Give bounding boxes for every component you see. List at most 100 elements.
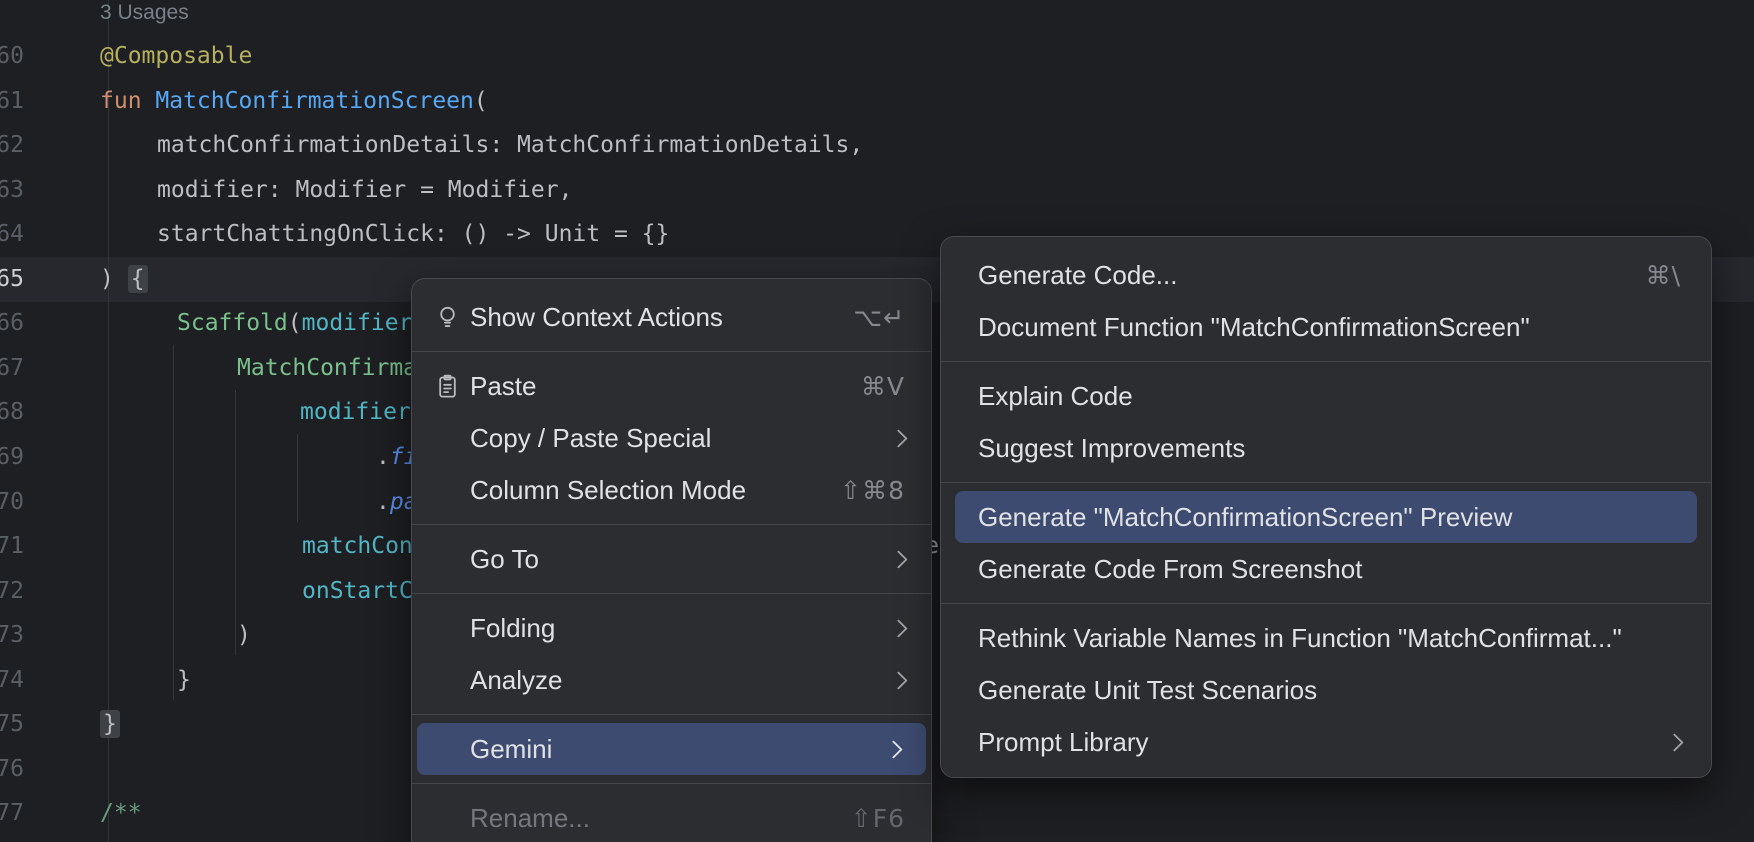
- usages-hint[interactable]: 3 Usages: [100, 0, 189, 35]
- icon-placeholder: [434, 805, 461, 832]
- line-number: 69: [0, 435, 24, 480]
- context-menu: Show Context Actions ⌥↵ Paste⌘V Copy / Past…: [411, 278, 932, 842]
- menu-item-label: Generate Code...: [978, 260, 1177, 291]
- menu-item-label: Copy / Paste Special: [470, 423, 711, 454]
- icon-placeholder: [434, 667, 461, 694]
- menu-separator: [412, 351, 931, 352]
- menu-item-label: Document Function "MatchConfirmationScre…: [978, 312, 1530, 343]
- icon-placeholder: [434, 615, 461, 642]
- line-number: 71: [0, 524, 24, 569]
- code-line: 62matchConfirmationDetails: MatchConfirm…: [0, 123, 1754, 168]
- menu-item-analyze[interactable]: Analyze: [412, 654, 931, 706]
- menu-item-generate-code[interactable]: Generate Code...⌘\: [941, 249, 1711, 301]
- doc-comment-fragment: n screen, including the matched profiles…: [935, 834, 1641, 842]
- menu-item-prompt-library[interactable]: Prompt Library: [941, 716, 1711, 768]
- line-number: 74: [0, 658, 24, 703]
- menu-item-generate-unit-test-scenarios[interactable]: Generate Unit Test Scenarios: [941, 664, 1711, 716]
- menu-item-label: Suggest Improvements: [978, 433, 1245, 464]
- icon-placeholder: [434, 546, 461, 573]
- usages-hint-line: 3 Usages: [0, 0, 1754, 35]
- line-number: 73: [0, 613, 24, 658]
- submenu-arrow-icon: [889, 550, 907, 568]
- line-number: 76: [0, 747, 24, 792]
- menu-item-label: Explain Code: [978, 381, 1133, 412]
- code-text: startChattingOnClick: () -> Unit = {}: [157, 212, 669, 257]
- menu-item-label: Generate Code From Screenshot: [978, 554, 1362, 585]
- menu-separator: [412, 783, 931, 784]
- menu-item-label: Show Context Actions: [470, 302, 723, 333]
- menu-item-rename[interactable]: Rename... ⇧F6: [412, 792, 931, 842]
- menu-item-column-selection-mode[interactable]: Column Selection Mode⇧⌘8: [412, 464, 931, 516]
- line-number: 72: [0, 569, 24, 614]
- submenu-arrow-icon: [889, 671, 907, 689]
- menu-separator: [412, 593, 931, 594]
- line-number: 70: [0, 480, 24, 525]
- code-text: /**: [100, 791, 142, 836]
- ide-window: 3 Usages 60 @Composable 61 fun MatchConfirma…: [0, 0, 1754, 842]
- line-number: 65: [0, 257, 24, 302]
- menu-item-go-to[interactable]: Go To: [412, 533, 931, 585]
- menu-item-paste[interactable]: Paste⌘V: [412, 360, 931, 412]
- code-token: Scaffold: [177, 310, 288, 336]
- code-token: modifier: [300, 399, 411, 425]
- code-line: 61 fun MatchConfirmationScreen(: [0, 79, 1754, 124]
- submenu-arrow-icon: [889, 619, 907, 637]
- code-token: (: [474, 88, 488, 114]
- menu-item-generate-code-from-screenshot[interactable]: Generate Code From Screenshot: [941, 543, 1711, 595]
- menu-item-label: Column Selection Mode: [470, 475, 746, 506]
- clipboard-icon: [434, 373, 461, 400]
- menu-item-label: Prompt Library: [978, 727, 1149, 758]
- code-text: fun MatchConfirmationScreen(: [100, 79, 488, 124]
- menu-item-label: Generate "MatchConfirmationScreen" Previ…: [978, 502, 1512, 533]
- line-number: 63: [0, 168, 24, 213]
- line-number: 75: [0, 702, 24, 747]
- menu-shortcut: ⌥↵: [853, 303, 905, 332]
- menu-item-explain-code[interactable]: Explain Code: [941, 370, 1711, 422]
- menu-item-generate-preview[interactable]: Generate "MatchConfirmationScreen" Previ…: [955, 491, 1697, 543]
- code-token: fun: [100, 88, 155, 114]
- menu-item-label: Go To: [470, 544, 539, 575]
- menu-item-copy-paste-special[interactable]: Copy / Paste Special: [412, 412, 931, 464]
- code-line: 63 modifier: Modifier = Modifier,: [0, 168, 1754, 213]
- line-number: 67: [0, 346, 24, 391]
- code-token: @Composable: [100, 43, 252, 69]
- line-number: 68: [0, 390, 24, 435]
- menu-item-label: Rename...: [470, 803, 590, 834]
- line-number: 61: [0, 79, 24, 124]
- menu-shortcut: ⌘V: [861, 372, 905, 401]
- code-token: modifier: [302, 310, 413, 336]
- menu-shortcut: ⇧F6: [851, 804, 905, 833]
- submenu-arrow-icon: [1665, 733, 1683, 751]
- code-text: }: [100, 702, 120, 747]
- line-number: 64: [0, 212, 24, 257]
- code-token: matchConfirmationDetails: MatchConfirmat…: [157, 132, 863, 158]
- line-number: 77: [0, 791, 24, 836]
- menu-item-show-context-actions[interactable]: Show Context Actions ⌥↵: [412, 291, 931, 343]
- menu-item-rethink-variable-names[interactable]: Rethink Variable Names in Function "Matc…: [941, 612, 1711, 664]
- code-token: .: [376, 489, 390, 515]
- code-token: ): [100, 266, 128, 292]
- gemini-submenu: Generate Code...⌘\ Document Function "Mat…: [940, 236, 1712, 778]
- menu-item-gemini[interactable]: Gemini: [417, 723, 926, 775]
- menu-item-suggest-improvements[interactable]: Suggest Improvements: [941, 422, 1711, 474]
- menu-separator: [941, 361, 1711, 362]
- code-token: /**: [100, 800, 142, 826]
- menu-item-label: Generate Unit Test Scenarios: [978, 675, 1317, 706]
- menu-item-label: Analyze: [470, 665, 563, 696]
- icon-placeholder: [434, 477, 461, 504]
- menu-item-folding[interactable]: Folding: [412, 602, 931, 654]
- submenu-arrow-icon: [884, 740, 902, 758]
- line-number: 60: [0, 34, 24, 79]
- icon-placeholder: [434, 736, 461, 763]
- line-number: 66: [0, 301, 24, 346]
- code-token: MatchConfirmationScreen: [155, 88, 474, 114]
- menu-separator: [412, 714, 931, 715]
- code-text: matchConfirmationDetails: MatchConfirmat…: [157, 123, 863, 168]
- code-token: modifier: Modifier = Modifier,: [157, 177, 572, 203]
- code-line: 60 @Composable: [0, 34, 1754, 79]
- menu-item-label: Rethink Variable Names in Function "Matc…: [978, 623, 1622, 654]
- code-text: ): [237, 613, 251, 658]
- menu-item-document-function[interactable]: Document Function "MatchConfirmationScre…: [941, 301, 1711, 353]
- code-token: {: [128, 265, 148, 293]
- code-token: ): [237, 622, 251, 648]
